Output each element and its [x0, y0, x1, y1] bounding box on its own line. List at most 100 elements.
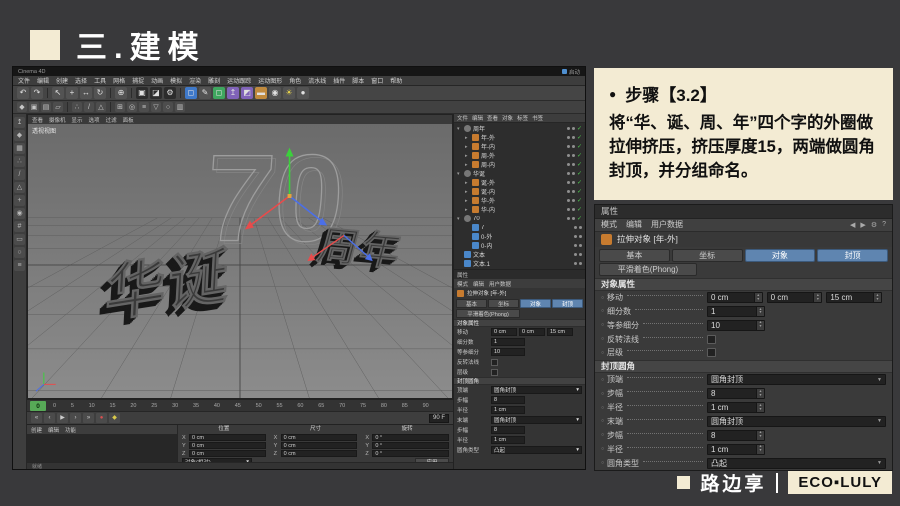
- cap-start-dropdown[interactable]: 圆角封顶▼: [707, 374, 886, 385]
- visibility-dots[interactable]: ✓: [567, 144, 582, 150]
- menu-script[interactable]: 脚本: [352, 76, 364, 85]
- spinner-icon[interactable]: ▲▼: [756, 307, 764, 316]
- cap-start-steps-field[interactable]: 8▲▼: [707, 388, 765, 399]
- next-frame-icon[interactable]: ›: [70, 413, 81, 423]
- object-row[interactable]: 0-内: [454, 241, 585, 250]
- polygons-mode-icon[interactable]: △: [96, 102, 106, 112]
- flip-normals-checkbox[interactable]: [707, 335, 716, 344]
- rotation-b-field[interactable]: 0 °: [372, 450, 449, 457]
- rotation-h-field[interactable]: 0 °: [372, 434, 449, 441]
- menu-simulate[interactable]: 模拟: [170, 76, 182, 85]
- menu-mograph[interactable]: 运动图形: [258, 76, 282, 85]
- menu-sculpt[interactable]: 雕刻: [208, 76, 220, 85]
- object-row[interactable]: 0-外: [454, 232, 585, 241]
- spinner-icon[interactable]: ▲▼: [756, 389, 764, 398]
- menu-edit[interactable]: 编辑: [473, 280, 484, 288]
- object-row[interactable]: ▸华-外✓: [454, 196, 585, 205]
- mirror-icon[interactable]: ▽: [151, 102, 161, 112]
- enabled-check-icon[interactable]: ✓: [577, 144, 582, 150]
- menu-user-data[interactable]: 用户数据: [651, 219, 683, 230]
- texture-mode-icon[interactable]: ▦: [14, 143, 25, 154]
- undo-icon[interactable]: ↶: [17, 87, 29, 99]
- viewport-object-zhounian[interactable]: 周年 周年 周年 周年 周年: [307, 224, 408, 279]
- make-editable-icon[interactable]: ◆: [17, 102, 27, 112]
- object-row[interactable]: ▸周-外✓: [454, 151, 585, 160]
- vp-menu-view[interactable]: 查看: [32, 116, 43, 124]
- radius-field[interactable]: 1 cm: [491, 406, 525, 414]
- viewport-solo-icon[interactable]: ○: [163, 102, 173, 112]
- vp-menu-panel[interactable]: 面板: [123, 116, 134, 124]
- model-mode-icon[interactable]: ▣: [29, 102, 39, 112]
- move-y-field[interactable]: 0 cm▲▼: [767, 292, 823, 303]
- expand-icon[interactable]: ▸: [465, 144, 470, 150]
- enabled-check-icon[interactable]: ✓: [577, 198, 582, 204]
- keyframe-dot-icon[interactable]: ○: [601, 432, 604, 438]
- object-row[interactable]: 文本.1: [454, 259, 585, 268]
- visibility-dots[interactable]: [574, 226, 582, 229]
- record-icon[interactable]: ●: [96, 413, 107, 423]
- texture-mode-icon[interactable]: ▤: [41, 102, 51, 112]
- snap-icon[interactable]: ○: [14, 247, 25, 258]
- enabled-check-icon[interactable]: ✓: [577, 216, 582, 222]
- visibility-dots[interactable]: ✓: [567, 126, 582, 132]
- cap-end-radius-field[interactable]: 1 cm▲▼: [707, 444, 765, 455]
- enabled-check-icon[interactable]: ✓: [577, 207, 582, 213]
- om-menu-bookmarks[interactable]: 书签: [532, 114, 543, 122]
- spinner-icon[interactable]: ▲▼: [754, 293, 762, 302]
- tab-coordinates[interactable]: 坐标: [672, 249, 743, 262]
- enabled-check-icon[interactable]: ✓: [577, 171, 582, 177]
- visibility-dots[interactable]: ✓: [567, 162, 582, 168]
- menu-create[interactable]: 创建: [56, 76, 68, 85]
- quantize-icon[interactable]: ≡: [139, 102, 149, 112]
- tab-object[interactable]: 对象: [520, 299, 551, 308]
- iso-field[interactable]: 10▲▼: [707, 320, 765, 331]
- keyframe-dot-icon[interactable]: ○: [601, 460, 604, 466]
- snap-icon[interactable]: ◎: [127, 102, 137, 112]
- visibility-dots[interactable]: ✓: [567, 216, 582, 222]
- menu-help[interactable]: 帮助: [390, 76, 402, 85]
- keyframe-dot-icon[interactable]: ○: [601, 391, 604, 397]
- menu-window[interactable]: 窗口: [371, 76, 383, 85]
- steps-field[interactable]: 8: [491, 396, 525, 404]
- radius-field[interactable]: 1 cm: [491, 436, 525, 444]
- rotate-tool-icon[interactable]: ↻: [94, 87, 106, 99]
- edges-mode-icon[interactable]: /: [84, 102, 94, 112]
- spinner-icon[interactable]: ▲▼: [873, 293, 881, 302]
- material-icon[interactable]: ●: [297, 87, 309, 99]
- menu-render[interactable]: 渲染: [189, 76, 201, 85]
- make-editable-icon[interactable]: ↥: [14, 117, 25, 128]
- keyframe-dot-icon[interactable]: ○: [601, 295, 604, 301]
- steps-field[interactable]: 8: [491, 426, 525, 434]
- keyframe-dot-icon[interactable]: ○: [601, 350, 604, 356]
- object-row[interactable]: ▸年-内✓: [454, 142, 585, 151]
- light-icon[interactable]: ☀: [283, 87, 295, 99]
- tab-basic[interactable]: 基本: [456, 299, 487, 308]
- cube-primitive-icon[interactable]: ◻: [185, 87, 197, 99]
- tab-caps[interactable]: 封顶: [552, 299, 583, 308]
- menu-select[interactable]: 选择: [75, 76, 87, 85]
- viewport-canvas[interactable]: 70 70 华诞 华诞 华诞 华诞 华诞 华诞: [28, 124, 452, 398]
- goto-start-icon[interactable]: «: [31, 413, 42, 423]
- enabled-check-icon[interactable]: ✓: [577, 162, 582, 168]
- deformer-icon[interactable]: ◩: [241, 87, 253, 99]
- menu-mode[interactable]: 模式: [457, 280, 468, 288]
- object-row[interactable]: 7: [454, 223, 585, 232]
- object-row[interactable]: 文本: [454, 250, 585, 259]
- materials-menu-create[interactable]: 创建: [31, 426, 42, 434]
- hierarchy-checkbox[interactable]: [707, 348, 716, 357]
- vp-menu-options[interactable]: 选项: [89, 116, 100, 124]
- enabled-check-icon[interactable]: ✓: [577, 135, 582, 141]
- tab-caps[interactable]: 封顶: [817, 249, 888, 262]
- menu-user-data[interactable]: 用户数据: [489, 280, 511, 288]
- timeline-scrubber[interactable]: 0: [30, 401, 46, 411]
- move-y-field[interactable]: 0 cm: [519, 328, 545, 336]
- spinner-icon[interactable]: ▲▼: [813, 293, 821, 302]
- camera-icon[interactable]: ◉: [269, 87, 281, 99]
- visibility-dots[interactable]: [574, 244, 582, 247]
- axis-mode-icon[interactable]: +: [14, 195, 25, 206]
- position-z-field[interactable]: 0 cm: [189, 450, 266, 457]
- cap-end-steps-field[interactable]: 8▲▼: [707, 430, 765, 441]
- visibility-dots[interactable]: ✓: [567, 180, 582, 186]
- cap-end-dropdown[interactable]: 圆角封顶▼: [707, 416, 886, 427]
- subdivision-field[interactable]: 1▲▼: [707, 306, 765, 317]
